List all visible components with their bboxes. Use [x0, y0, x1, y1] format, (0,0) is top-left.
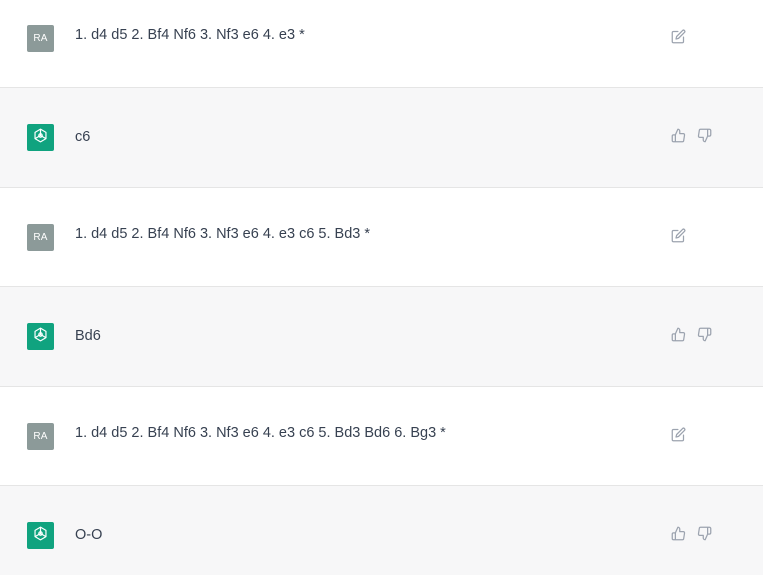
assistant-avatar: [27, 522, 54, 549]
message-text: 1. d4 d5 2. Bf4 Nf6 3. Nf3 e6 4. e3 c6 5…: [75, 226, 371, 242]
openai-logo-icon: [31, 126, 50, 150]
user-avatar: RA: [27, 423, 54, 450]
thumbs-up-icon[interactable]: [669, 325, 687, 343]
message-text: 1. d4 d5 2. Bf4 Nf6 3. Nf3 e6 4. e3 c6 5…: [75, 425, 446, 441]
assistant-avatar: [27, 124, 54, 151]
assistant-message: Bd6: [0, 287, 763, 387]
user-avatar: RA: [27, 25, 54, 52]
thumbs-up-icon[interactable]: [669, 126, 687, 144]
assistant-avatar: [27, 323, 54, 350]
openai-logo-icon: [31, 325, 50, 349]
message-text: Bd6: [75, 328, 101, 344]
assistant-message: c6: [0, 88, 763, 188]
edit-icon[interactable]: [669, 226, 687, 244]
thumbs-down-icon[interactable]: [695, 325, 713, 343]
avatar-initials: RA: [33, 431, 48, 442]
user-message: RA 1. d4 d5 2. Bf4 Nf6 3. Nf3 e6 4. e3 *: [0, 0, 763, 88]
message-text: O-O: [75, 527, 103, 543]
thumbs-down-icon[interactable]: [695, 524, 713, 542]
thumbs-up-icon[interactable]: [669, 524, 687, 542]
edit-icon[interactable]: [669, 425, 687, 443]
assistant-message: O-O: [0, 486, 763, 575]
avatar-initials: RA: [33, 33, 48, 44]
message-text: c6: [75, 129, 91, 145]
user-avatar: RA: [27, 224, 54, 251]
message-text: 1. d4 d5 2. Bf4 Nf6 3. Nf3 e6 4. e3 *: [75, 27, 305, 43]
user-message: RA 1. d4 d5 2. Bf4 Nf6 3. Nf3 e6 4. e3 c…: [0, 188, 763, 287]
chat-thread: RA 1. d4 d5 2. Bf4 Nf6 3. Nf3 e6 4. e3 *: [0, 0, 763, 575]
thumbs-down-icon[interactable]: [695, 126, 713, 144]
user-message: RA 1. d4 d5 2. Bf4 Nf6 3. Nf3 e6 4. e3 c…: [0, 387, 763, 486]
edit-icon[interactable]: [669, 27, 687, 45]
avatar-initials: RA: [33, 232, 48, 243]
openai-logo-icon: [31, 524, 50, 548]
